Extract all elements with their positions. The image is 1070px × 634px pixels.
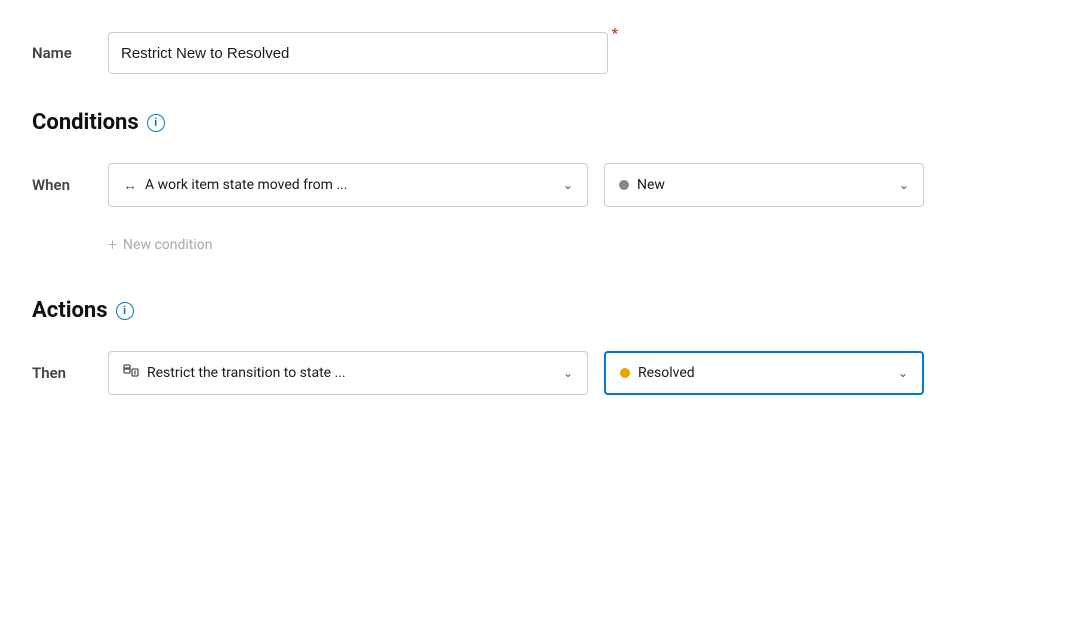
lock-icon	[123, 364, 139, 382]
then-dropdown-text: Restrict the transition to state ...	[147, 365, 346, 381]
then-dropdown[interactable]: Restrict the transition to state ... ⌄	[108, 351, 588, 395]
actions-info-icon[interactable]: i	[116, 302, 134, 320]
conditions-state-dot	[619, 180, 629, 190]
actions-header: Actions i	[32, 298, 1038, 323]
actions-state-dropdown[interactable]: Resolved ⌄	[604, 351, 924, 395]
actions-state-arrow: ⌄	[898, 366, 908, 380]
actions-state-content: Resolved	[620, 365, 695, 381]
name-row: Name *	[32, 32, 1038, 74]
new-condition-label: New condition	[123, 237, 212, 253]
swap-icon: ↔	[123, 177, 137, 194]
new-condition-button[interactable]: + New condition	[108, 231, 1038, 258]
then-dropdown-arrow: ⌄	[563, 366, 573, 380]
required-marker: *	[612, 26, 618, 42]
conditions-state-dropdown[interactable]: New ⌄	[604, 163, 924, 207]
conditions-state-content: New	[619, 177, 665, 193]
conditions-state-arrow: ⌄	[899, 178, 909, 192]
conditions-title: Conditions	[32, 110, 139, 135]
when-dropdown-text: A work item state moved from ...	[145, 177, 347, 193]
actions-state-text: Resolved	[638, 365, 695, 381]
then-label: Then	[32, 364, 92, 382]
when-label: When	[32, 176, 92, 194]
actions-section: Actions i Then Restrict the transition t…	[32, 298, 1038, 395]
then-dropdown-content: Restrict the transition to state ...	[123, 364, 346, 382]
conditions-section: Conditions i When ↔ A work item state mo…	[32, 110, 1038, 258]
then-row: Then Restrict the transition to state ..…	[32, 351, 1038, 395]
conditions-state-text: New	[637, 177, 665, 193]
when-dropdown[interactable]: ↔ A work item state moved from ... ⌄	[108, 163, 588, 207]
name-input[interactable]	[108, 32, 608, 74]
when-dropdown-content: ↔ A work item state moved from ...	[123, 177, 347, 194]
plus-icon: +	[108, 235, 117, 254]
when-row: When ↔ A work item state moved from ... …	[32, 163, 1038, 207]
when-dropdown-arrow: ⌄	[563, 178, 573, 192]
conditions-header: Conditions i	[32, 110, 1038, 135]
conditions-info-icon[interactable]: i	[147, 114, 165, 132]
name-input-wrapper: *	[108, 32, 608, 74]
actions-title: Actions	[32, 298, 108, 323]
actions-state-dot	[620, 368, 630, 378]
name-label: Name	[32, 44, 92, 62]
